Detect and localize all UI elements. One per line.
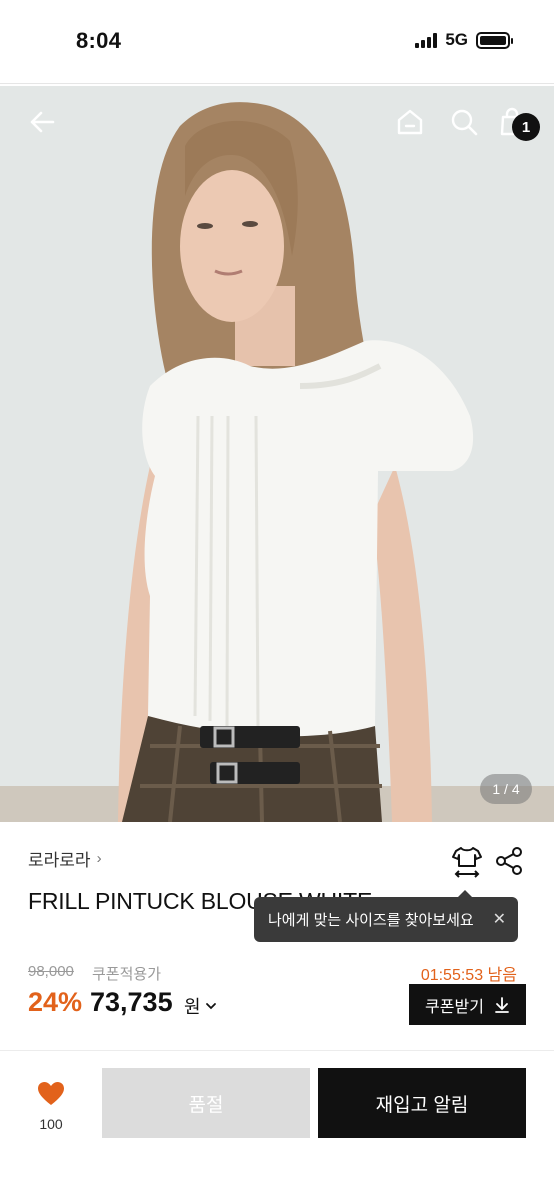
currency-unit: 원: [184, 997, 201, 1017]
tooltip-text: 나에게 맞는 사이즈를 찾아보세요: [268, 912, 474, 929]
status-bar: 8:04 5G: [0, 0, 554, 84]
sold-out-button: 품절: [102, 1068, 310, 1138]
size-tooltip: 나에게 맞는 사이즈를 찾아보세요 ✕: [254, 890, 518, 942]
back-button[interactable]: [22, 102, 62, 142]
arrow-left-icon: [30, 111, 55, 133]
share-icon: [496, 847, 522, 875]
search-icon: [451, 109, 478, 136]
get-coupon-button[interactable]: 쿠폰받기: [409, 984, 526, 1025]
product-detail-page: 8:04 5G 1 / 4 1 로라로라 › FRILL PINTUCK BLO…: [0, 0, 554, 1200]
image-counter: 1 / 4: [480, 774, 532, 804]
like-count: 100: [39, 1116, 63, 1132]
network-label: 5G: [445, 30, 468, 49]
home-button[interactable]: [390, 102, 430, 142]
coupon-button-label: 쿠폰받기: [425, 998, 484, 1016]
like-button[interactable]: 100: [30, 1081, 72, 1132]
cart-count-badge: 1: [512, 113, 540, 141]
restock-alert-button[interactable]: 재입고 알림: [318, 1068, 526, 1138]
status-indicators: 5G: [415, 30, 513, 50]
product-photo: [0, 86, 554, 822]
original-price: 98,000: [28, 963, 74, 980]
heart-icon: [38, 1082, 64, 1105]
product-image-gallery[interactable]: 1 / 4: [0, 86, 554, 822]
shirt-size-icon: [452, 847, 482, 878]
search-button[interactable]: [444, 102, 484, 142]
status-time: 8:04: [76, 28, 122, 53]
price-detail-toggle[interactable]: 원: [184, 993, 218, 1019]
brand-name: 로라로라: [28, 851, 91, 870]
signal-icon: [415, 32, 438, 48]
countdown-time: 01:55:53: [420, 967, 484, 984]
chevron-down-icon: [205, 1003, 216, 1010]
discount-rate: 24%: [28, 987, 83, 1017]
brand-link[interactable]: 로라로라 ›: [28, 846, 102, 871]
bottom-action-bar: 100 품절 재입고 알림: [0, 1050, 554, 1200]
download-icon: [495, 996, 509, 1013]
size-guide-button[interactable]: [450, 844, 484, 880]
sale-price: 73,735: [90, 987, 173, 1017]
countdown-suffix: 남음: [487, 967, 517, 984]
chevron-right-icon: ›: [96, 850, 102, 867]
battery-icon: [476, 31, 513, 49]
home-icon: [397, 109, 423, 135]
close-icon[interactable]: ✕: [493, 909, 506, 929]
coupon-price-label: 쿠폰적용가: [92, 966, 162, 983]
share-button[interactable]: [494, 846, 524, 876]
coupon-countdown: 01:55:53 남음: [421, 961, 517, 985]
